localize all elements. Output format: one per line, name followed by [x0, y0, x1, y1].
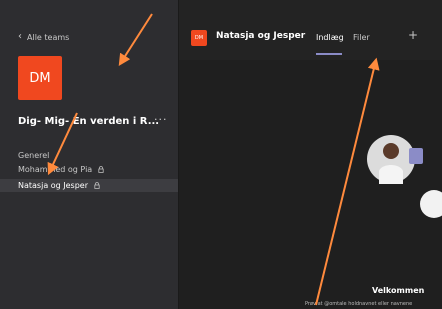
- chat-bubble-shape: [409, 148, 423, 164]
- channel-mohammed-og-pia[interactable]: Mohammed og Pia: [18, 165, 104, 174]
- main-panel: DM Natasja og Jesper Indlæg Filer + Velk…: [179, 0, 442, 309]
- channel-label: Generel: [18, 151, 50, 160]
- more-options-button[interactable]: ···: [154, 113, 168, 126]
- welcome-hint: Prøv at @omtale holdnavnet eller navnene: [305, 301, 413, 307]
- back-to-teams-link[interactable]: ‹ Alle teams: [18, 32, 69, 42]
- welcome-illustration: [367, 135, 442, 218]
- person-body: [379, 165, 403, 184]
- channel-natasja-og-jesper[interactable]: Natasja og Jesper: [0, 179, 178, 192]
- channel-generel[interactable]: Generel: [18, 151, 49, 160]
- welcome-heading: Velkommen: [372, 286, 425, 295]
- person-head: [383, 143, 399, 159]
- lock-icon: [94, 182, 100, 189]
- channel-label: Mohammed og Pia: [18, 165, 93, 174]
- team-avatar: DM: [18, 56, 62, 100]
- second-person-illustration: [420, 190, 442, 218]
- team-name: Dig- Mig- En verden i R...: [18, 116, 160, 127]
- lock-icon: [98, 166, 104, 173]
- chevron-left-icon: ‹: [18, 31, 22, 42]
- team-avatar-text: DM: [29, 70, 51, 86]
- channel-label: Natasja og Jesper: [18, 181, 89, 190]
- sidebar: ‹ Alle teams DM Dig- Mig- En verden i R.…: [0, 0, 179, 309]
- back-label: Alle teams: [27, 32, 70, 42]
